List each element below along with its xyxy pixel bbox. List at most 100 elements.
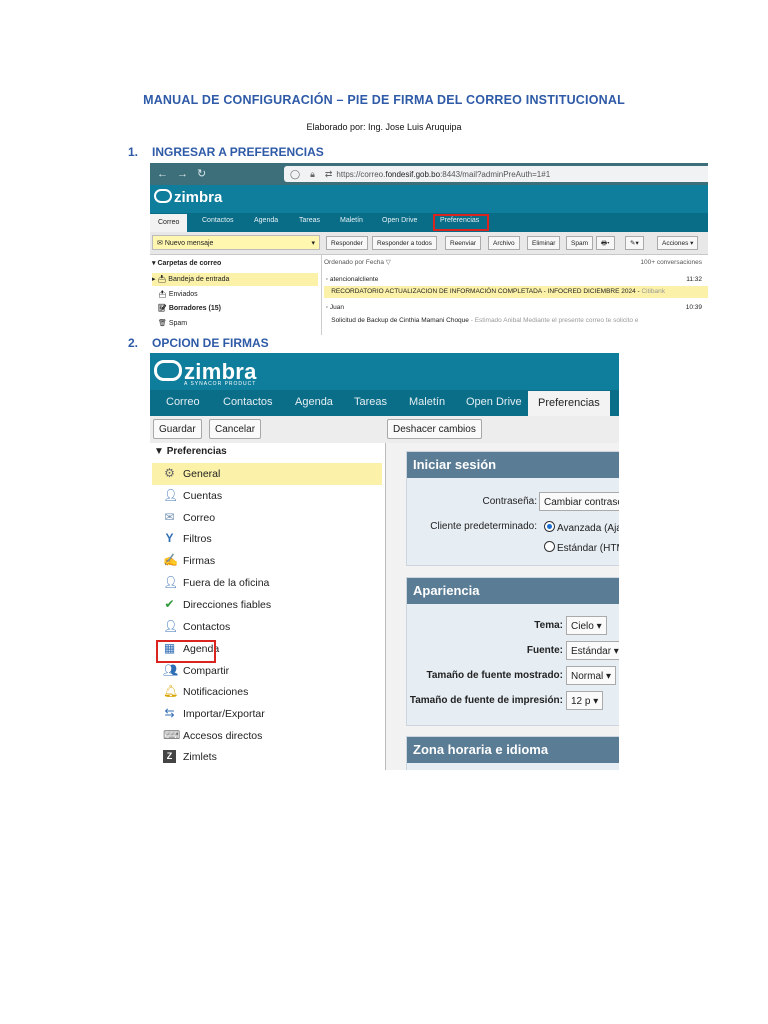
password-label: Contraseña: bbox=[482, 496, 537, 507]
message-1-subject: RECORDATORIO ACTUALIZACION DE INFORMACIÓ… bbox=[331, 288, 640, 295]
theme-select[interactable]: Cielo ▾ bbox=[566, 616, 607, 635]
zimbra-logo: zimbra A SYNACOR PRODUCT bbox=[154, 359, 257, 387]
cancel-button[interactable]: Cancelar bbox=[209, 419, 262, 439]
back-arrow-icon[interactable]: ← bbox=[157, 168, 177, 180]
message-row-1-subject[interactable]: RECORDATORIO ACTUALIZACION DE INFORMACIÓ… bbox=[324, 286, 708, 298]
out-of-office-icon: 👤︎ bbox=[163, 575, 179, 589]
forward-arrow-icon[interactable]: → bbox=[177, 168, 197, 180]
timezone-section: Zona horaria e idioma bbox=[406, 736, 619, 770]
client-option-standard[interactable]: Estándar (HTML) bbox=[544, 541, 619, 554]
contact-icon: 👤︎ bbox=[163, 619, 179, 633]
message-row-2-from[interactable]: ◦ Juan 10:39 bbox=[324, 302, 708, 314]
font-select[interactable]: Estándar ▾ bbox=[566, 641, 619, 660]
shield-outline-icon: ◯ bbox=[290, 169, 301, 179]
preferences-tree-header[interactable]: ▼ Preferencias bbox=[154, 446, 227, 457]
timezone-section-title: Zona horaria e idioma bbox=[407, 737, 619, 763]
delete-button[interactable]: Eliminar bbox=[527, 236, 561, 250]
message-1-time: 11:32 bbox=[686, 276, 702, 283]
pref-item-compartir[interactable]: 👥︎ Compartir bbox=[152, 660, 382, 682]
zimbra-header: zimbra A SYNACOR PRODUCT bbox=[150, 353, 619, 390]
tab-maletin[interactable]: Maletín bbox=[409, 396, 445, 408]
radio-selected-icon bbox=[544, 521, 555, 532]
tab-tareas[interactable]: Tareas bbox=[354, 396, 387, 408]
message-2-subject: Solicitud de Backup de Cinthia Mamani Ch… bbox=[331, 317, 469, 324]
address-bar[interactable]: ◯ 🔒︎ ⇄ https://correo.fondesif.gob.bo:8443/… bbox=[284, 166, 708, 182]
client-option-standard-label: Estándar (HTML) bbox=[557, 543, 619, 554]
message-1-snippet: Citibank bbox=[641, 288, 665, 295]
pref-item-accesos-directos-label: Accesos directos bbox=[183, 730, 263, 742]
pref-item-direcciones-fiables[interactable]: ✔ Direcciones fiables bbox=[152, 594, 382, 616]
pref-item-filtros[interactable]: Y Filtros bbox=[152, 528, 382, 550]
display-font-size-select[interactable]: Normal ▾ bbox=[566, 666, 617, 685]
pref-item-accesos-directos[interactable]: ⌨ Accesos directos bbox=[152, 725, 382, 747]
pref-item-zimlets-label: Zimlets bbox=[183, 751, 217, 763]
tab-open-drive[interactable]: Open Drive bbox=[466, 396, 522, 408]
tab-open-drive[interactable]: Open Drive bbox=[382, 217, 417, 224]
change-password-button[interactable]: Cambiar contraseña bbox=[539, 492, 619, 511]
zimbra-logo-subtitle: A SYNACOR PRODUCT bbox=[184, 381, 257, 387]
tab-preferencias[interactable]: Preferencias bbox=[528, 391, 610, 416]
folder-pane: ▾ Carpetas de correo ▸ 📥︎ Bandeja de ent… bbox=[150, 255, 322, 335]
zimbra-header: zimbra bbox=[150, 185, 708, 213]
folder-inbox[interactable]: ▸ 📥︎ Bandeja de entrada bbox=[152, 273, 318, 286]
folder-drafts[interactable]: 📝︎ Borradores (15) bbox=[152, 302, 324, 315]
app-tabs: Correo Contactos Agenda Tareas Maletín O… bbox=[150, 213, 708, 232]
tag-menu-button[interactable]: ✎▾ bbox=[625, 236, 644, 250]
archive-button[interactable]: Archivo bbox=[488, 236, 520, 250]
pref-item-firmas[interactable]: ✍ Firmas bbox=[152, 550, 382, 572]
undo-changes-button[interactable]: Deshacer cambios bbox=[387, 419, 482, 439]
message-row-1-from[interactable]: ◦ atencionalcliente 11:32 bbox=[324, 274, 708, 286]
folder-drafts-label: Borradores (15) bbox=[168, 305, 221, 312]
new-message-button[interactable]: ✉ Nuevo mensaje ▾ bbox=[152, 235, 320, 250]
pref-item-direcciones-fiables-label: Direcciones fiables bbox=[183, 599, 272, 611]
preferences-toolbar: Guardar Cancelar Deshacer cambios bbox=[150, 416, 619, 444]
pref-item-contactos[interactable]: 👤︎ Contactos bbox=[152, 616, 382, 638]
preferences-tree: ▼ Preferencias ⚙ General 👤︎ Cuentas ✉ Corre… bbox=[150, 443, 386, 770]
pref-item-general[interactable]: ⚙ General bbox=[152, 463, 382, 485]
theme-label: Tema: bbox=[534, 620, 563, 631]
spam-button[interactable]: Spam bbox=[566, 236, 593, 250]
screenshot-signatures-option: zimbra A SYNACOR PRODUCT Correo Contactos… bbox=[150, 353, 619, 770]
forward-button[interactable]: Reenviar bbox=[445, 236, 482, 250]
folder-inbox-label: Bandeja de entrada bbox=[168, 276, 230, 283]
pref-item-importar-exportar[interactable]: ⇆ Importar/Exportar bbox=[152, 703, 382, 725]
tab-agenda[interactable]: Agenda bbox=[254, 217, 278, 224]
folders-header[interactable]: ▾ Carpetas de correo bbox=[152, 257, 318, 270]
message-2-snippet: - Estimado Anibal Mediante el presente c… bbox=[470, 317, 639, 324]
tab-correo[interactable]: Correo bbox=[150, 214, 188, 232]
save-button[interactable]: Guardar bbox=[153, 419, 202, 439]
pref-item-fuera-oficina[interactable]: 👤︎ Fuera de la oficina bbox=[152, 572, 382, 594]
folder-spam[interactable]: 🗑︎ Spam bbox=[152, 317, 324, 330]
tab-correo[interactable]: Correo bbox=[166, 396, 200, 408]
new-message-dropdown-icon[interactable]: ▾ bbox=[311, 236, 315, 251]
pref-item-correo[interactable]: ✉ Correo bbox=[152, 507, 382, 529]
pref-item-notificaciones[interactable]: 🔔︎ Notificaciones bbox=[152, 681, 382, 703]
pref-item-zimlets[interactable]: Z Zimlets bbox=[152, 746, 382, 768]
shortcuts-icon: ⌨ bbox=[163, 728, 181, 742]
font-label: Fuente: bbox=[526, 645, 563, 656]
reply-all-button[interactable]: Responder a todos bbox=[372, 236, 437, 250]
tab-maletin[interactable]: Maletín bbox=[340, 217, 363, 224]
reply-button[interactable]: Responder bbox=[326, 236, 368, 250]
pref-item-fuera-oficina-label: Fuera de la oficina bbox=[183, 577, 270, 589]
reload-icon[interactable]: ↻ bbox=[197, 168, 215, 180]
tab-contactos[interactable]: Contactos bbox=[223, 396, 273, 408]
actions-button[interactable]: Acciones ▾ bbox=[657, 236, 699, 250]
print-menu-button[interactable]: 🖶▾ bbox=[596, 236, 615, 250]
client-option-advanced[interactable]: Avanzada (Ajax) bbox=[544, 521, 619, 534]
display-font-size-label: Tamaño de fuente mostrado: bbox=[426, 670, 564, 681]
pref-item-cuentas[interactable]: 👤︎ Cuentas bbox=[152, 485, 382, 507]
sort-label[interactable]: Ordenado por Fecha ▽ bbox=[324, 259, 391, 266]
print-font-size-select[interactable]: 12 p ▾ bbox=[566, 691, 604, 710]
share-icon: 👥︎ bbox=[163, 663, 179, 677]
url-domain: fondesif.gob.bo bbox=[385, 170, 441, 179]
tab-tareas[interactable]: Tareas bbox=[299, 217, 320, 224]
message-2-time: 10:39 bbox=[685, 304, 702, 311]
print-font-size-label: Tamaño de fuente de impresión: bbox=[409, 695, 563, 706]
pref-item-importar-exportar-label: Importar/Exportar bbox=[183, 708, 265, 720]
tab-contactos[interactable]: Contactos bbox=[202, 217, 234, 224]
message-row-2-subject[interactable]: Solicitud de Backup de Cinthia Mamani Ch… bbox=[324, 315, 708, 327]
client-option-advanced-label: Avanzada (Ajax) bbox=[557, 523, 619, 534]
folder-sent[interactable]: 📤︎ Enviados bbox=[152, 288, 324, 301]
tab-agenda[interactable]: Agenda bbox=[295, 396, 333, 408]
